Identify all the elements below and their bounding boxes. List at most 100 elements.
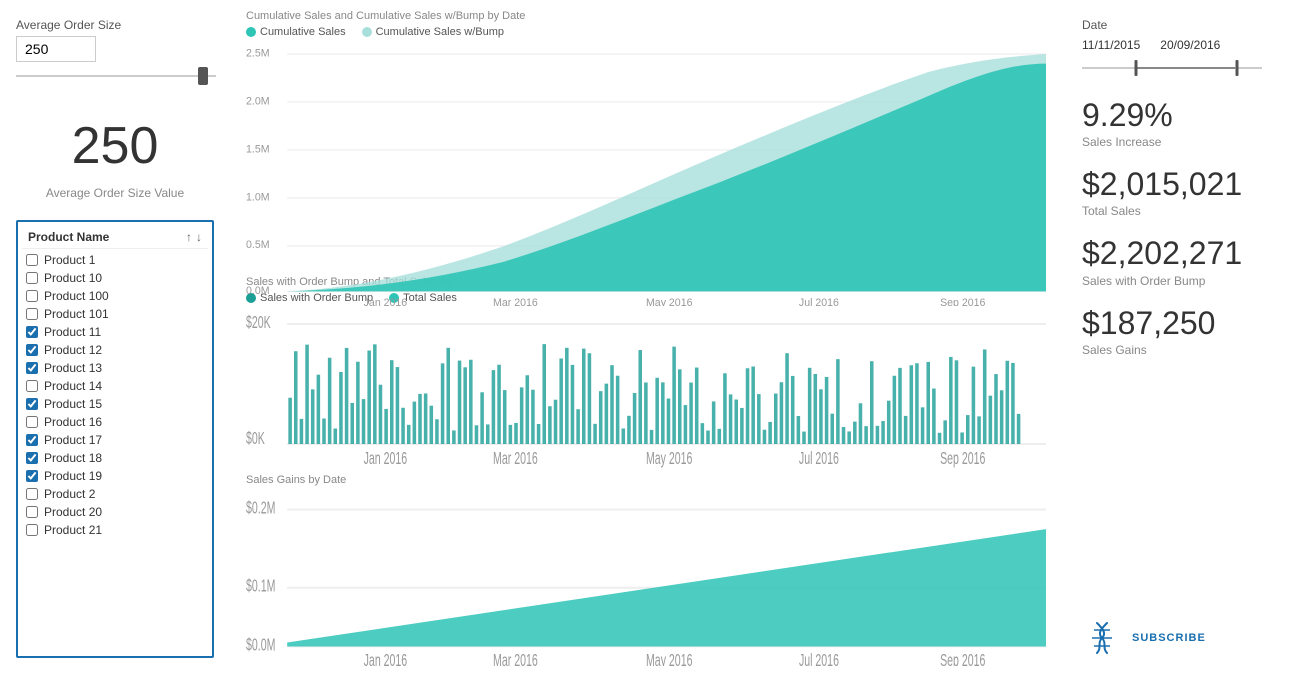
stat-label: Total Sales: [1082, 204, 1292, 218]
product-checkbox[interactable]: [26, 434, 38, 446]
list-item[interactable]: Product 17: [22, 431, 208, 449]
date-label: Date: [1082, 18, 1292, 32]
product-checkbox[interactable]: [26, 416, 38, 428]
svg-text:Sep 2016: Sep 2016: [940, 449, 985, 468]
list-item[interactable]: Product 14: [22, 377, 208, 395]
legend-dot: [362, 27, 372, 37]
product-checkbox[interactable]: [26, 524, 38, 536]
svg-text:1.5M: 1.5M: [246, 143, 270, 155]
date-slider-range: [1136, 67, 1235, 69]
svg-text:Sep 2016: Sep 2016: [940, 651, 985, 666]
product-checkbox[interactable]: [26, 362, 38, 374]
date-range: 11/11/2015 20/09/2016: [1082, 38, 1292, 52]
product-checkbox[interactable]: [26, 488, 38, 500]
sort-asc-icon[interactable]: ↑: [186, 230, 192, 244]
product-checkbox[interactable]: [26, 308, 38, 320]
avg-order-label: Average Order Size: [16, 18, 214, 32]
svg-text:Mar 2016: Mar 2016: [493, 449, 538, 468]
product-checkbox[interactable]: [26, 290, 38, 302]
product-name-label: Product 21: [44, 523, 102, 537]
avg-order-slider-container: [16, 66, 216, 86]
date-slider-thumb-right[interactable]: [1235, 60, 1238, 76]
stat-label: Sales Gains: [1082, 343, 1292, 357]
product-checkbox[interactable]: [26, 272, 38, 284]
product-checkbox[interactable]: [26, 506, 38, 518]
chart1-sales-area: [287, 64, 1046, 292]
legend-label: Cumulative Sales: [260, 26, 346, 38]
list-item[interactable]: Product 13: [22, 359, 208, 377]
stat-block: 9.29%Sales Increase: [1082, 98, 1292, 149]
svg-text:$20K: $20K: [246, 313, 271, 333]
chart2-bars-group: [288, 344, 1020, 444]
product-list-header: Product Name ↑ ↓: [22, 226, 208, 249]
right-panel: Date 11/11/2015 20/09/2016 9.29%Sales In…: [1062, 0, 1312, 676]
avg-order-input[interactable]: [16, 36, 96, 62]
product-list-scroll[interactable]: Product 1Product 10Product 100Product 10…: [22, 251, 208, 652]
list-item[interactable]: Product 19: [22, 467, 208, 485]
list-item[interactable]: Product 1: [22, 251, 208, 269]
product-name-label: Product 16: [44, 415, 102, 429]
list-item[interactable]: Product 15: [22, 395, 208, 413]
stat-label: Sales with Order Bump: [1082, 274, 1292, 288]
product-checkbox[interactable]: [26, 452, 38, 464]
date-slider-container: [1082, 58, 1262, 78]
subscribe-block[interactable]: SUBSCRIBE: [1082, 618, 1292, 658]
big-number-label: Average Order Size Value: [16, 186, 214, 200]
sort-desc-icon[interactable]: ↓: [196, 230, 202, 244]
subscribe-text[interactable]: SUBSCRIBE: [1132, 632, 1206, 644]
svg-text:Mar 2016: Mar 2016: [493, 297, 538, 306]
list-item[interactable]: Product 18: [22, 449, 208, 467]
list-item[interactable]: Product 16: [22, 413, 208, 431]
slider-thumb[interactable]: [198, 67, 208, 85]
svg-text:Sep 2016: Sep 2016: [940, 297, 985, 306]
chart1-title: Cumulative Sales and Cumulative Sales w/…: [246, 10, 1046, 22]
svg-text:2.0M: 2.0M: [246, 95, 270, 107]
product-name-label: Product 11: [44, 325, 101, 339]
product-name-label: Product 17: [44, 433, 102, 447]
list-item[interactable]: Product 10: [22, 269, 208, 287]
product-checkbox[interactable]: [26, 344, 38, 356]
chart3-svg: $0.2M $0.1M $0.0M Jan 2016 Mar 2016 May …: [246, 490, 1046, 666]
product-checkbox[interactable]: [26, 470, 38, 482]
date-slider-thumb-left[interactable]: [1135, 60, 1138, 76]
product-name-label: Product 15: [44, 397, 102, 411]
stat-block: $187,250Sales Gains: [1082, 306, 1292, 357]
product-name-label: Product 14: [44, 379, 102, 393]
legend-label: Cumulative Sales w/Bump: [376, 26, 504, 38]
chart1-section: Cumulative Sales and Cumulative Sales w/…: [246, 10, 1046, 270]
stat-value: 9.29%: [1082, 98, 1292, 133]
svg-text:2.5M: 2.5M: [246, 47, 270, 59]
stat-block: $2,015,021Total Sales: [1082, 167, 1292, 218]
stat-value: $2,202,271: [1082, 236, 1292, 271]
product-name-label: Product 13: [44, 361, 102, 375]
svg-text:May 2016: May 2016: [646, 651, 692, 666]
product-list-controls: ↑ ↓: [186, 230, 202, 244]
list-item[interactable]: Product 20: [22, 503, 208, 521]
chart3-area: $0.2M $0.1M $0.0M Jan 2016 Mar 2016 May …: [246, 490, 1046, 666]
product-name-label: Product 20: [44, 505, 102, 519]
stats-container: 9.29%Sales Increase $2,015,021Total Sales…: [1082, 98, 1292, 375]
legend-dot: [246, 27, 256, 37]
product-checkbox[interactable]: [26, 380, 38, 392]
chart2-svg: $20K $0K // We'll generate this via JS b…: [246, 308, 1046, 468]
list-item[interactable]: Product 21: [22, 521, 208, 539]
svg-text:May 2016: May 2016: [646, 449, 692, 468]
product-name-label: Product 2: [44, 487, 95, 501]
date-start: 11/11/2015: [1082, 38, 1140, 52]
product-checkbox[interactable]: [26, 254, 38, 266]
svg-text:Jul 2016: Jul 2016: [799, 449, 839, 468]
product-checkbox[interactable]: [26, 326, 38, 338]
legend-item: Cumulative Sales w/Bump: [362, 26, 504, 38]
list-item[interactable]: Product 11: [22, 323, 208, 341]
svg-text:0.5M: 0.5M: [246, 239, 270, 251]
list-item[interactable]: Product 12: [22, 341, 208, 359]
product-checkbox[interactable]: [26, 398, 38, 410]
svg-text:1.0M: 1.0M: [246, 191, 270, 203]
svg-text:May 2016: May 2016: [646, 297, 693, 306]
list-item[interactable]: Product 100: [22, 287, 208, 305]
product-name-label: Product 19: [44, 469, 102, 483]
list-item[interactable]: Product 101: [22, 305, 208, 323]
svg-text:0.0M: 0.0M: [246, 285, 270, 297]
list-item[interactable]: Product 2: [22, 485, 208, 503]
chart3-title: Sales Gains by Date: [246, 474, 1046, 486]
